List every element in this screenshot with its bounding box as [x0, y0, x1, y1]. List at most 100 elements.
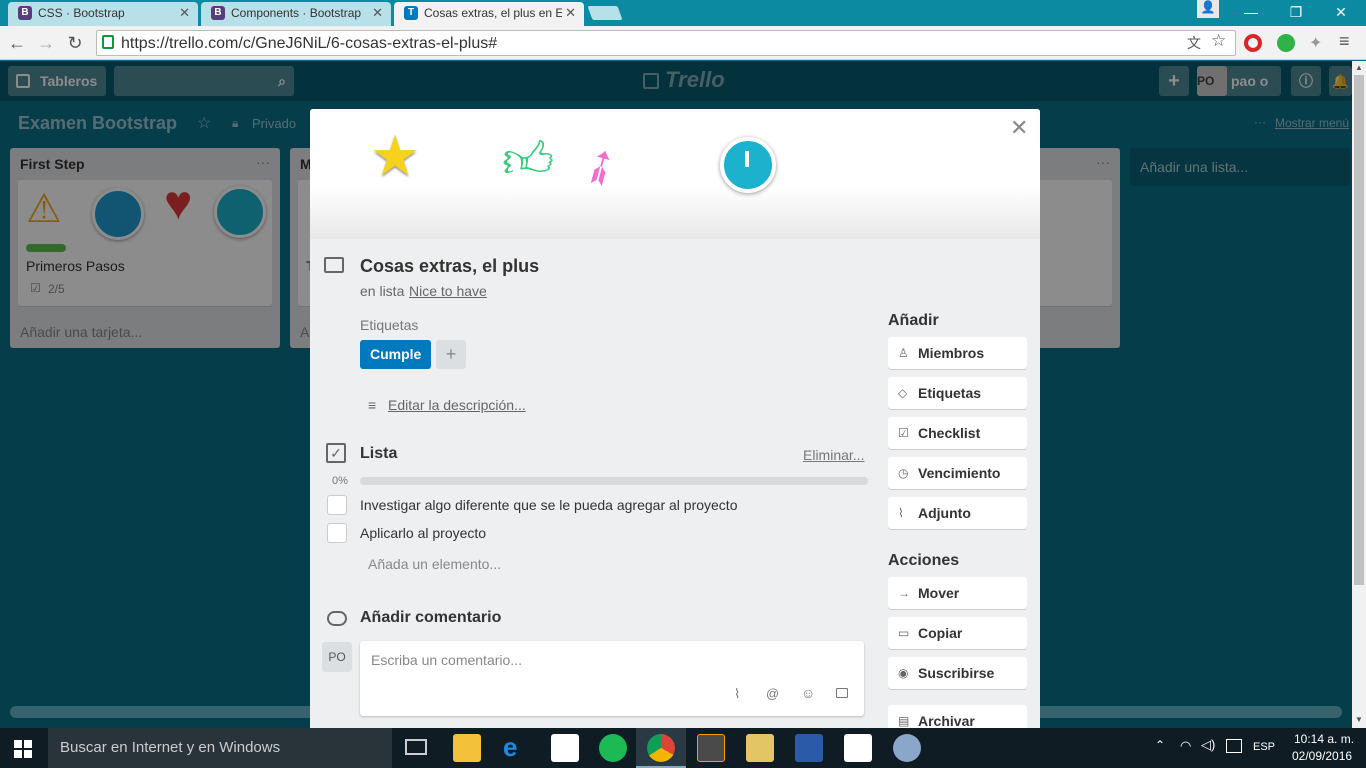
bootstrap-favicon-icon: B: [211, 6, 225, 20]
card-link-icon[interactable]: [836, 688, 848, 698]
checklist-item-text[interactable]: Aplicarlo al proyecto: [360, 525, 486, 541]
archive-button[interactable]: ▤ Archivar: [888, 705, 1027, 728]
clock-time[interactable]: 10:14 a. m.: [1294, 732, 1354, 746]
checklist-button[interactable]: ☑ Checklist: [888, 417, 1027, 449]
restore-window-icon[interactable]: ❐: [1273, 0, 1319, 26]
labels-button[interactable]: ◇ Etiquetas: [888, 377, 1027, 409]
add-checklist-item[interactable]: Añada un elemento...: [368, 556, 501, 572]
volume-icon[interactable]: ◁): [1201, 737, 1215, 753]
emoji-icon[interactable]: ☺: [801, 685, 815, 701]
copy-button[interactable]: ▭ Copiar: [888, 617, 1027, 649]
tab-components-bootstrap[interactable]: B Components · Bootstrap ✕: [201, 2, 391, 26]
button-label: Archivar: [918, 713, 975, 728]
button-label: Checklist: [918, 425, 981, 441]
close-icon[interactable]: ✕: [1010, 115, 1028, 141]
show-hidden-icons[interactable]: ⌃: [1155, 738, 1165, 752]
close-tab-icon[interactable]: ✕: [562, 2, 576, 24]
bookmark-star-icon[interactable]: ☆: [1211, 31, 1226, 51]
paperclip-icon: ⌇: [898, 506, 904, 520]
in-list-prefix: en lista: [360, 283, 405, 299]
opera-extension-icon[interactable]: [1244, 34, 1262, 52]
members-button[interactable]: ♙ Miembros: [888, 337, 1027, 369]
document-icon[interactable]: [795, 734, 823, 762]
minimize-window-icon[interactable]: —: [1228, 0, 1274, 26]
photos-icon[interactable]: [844, 734, 872, 762]
checklist-item-text[interactable]: Investigar algo diferente que se le pued…: [360, 497, 737, 513]
tab-trello-card[interactable]: T Cosas extras, el plus en Ex ✕: [394, 2, 584, 26]
chrome-taskbar-button[interactable]: [636, 728, 686, 768]
clock-icon: ◷: [898, 466, 909, 480]
attachment-button[interactable]: ⌇ Adjunto: [888, 497, 1027, 529]
scroll-down-icon[interactable]: ▼: [1355, 715, 1363, 724]
close-window-icon[interactable]: ✕: [1318, 0, 1364, 26]
task-view-icon[interactable]: [405, 739, 427, 755]
checklist-item-checkbox[interactable]: [327, 495, 347, 515]
chrome-menu-icon[interactable]: ≡: [1339, 31, 1350, 52]
add-label-icon[interactable]: +: [436, 340, 466, 369]
add-comment-heading: Añadir comentario: [360, 609, 502, 626]
attach-icon[interactable]: ⌇: [734, 686, 740, 702]
checklist-progress-text: 0%: [332, 475, 348, 487]
description-icon: ≡: [368, 397, 377, 413]
eye-icon: ◉: [898, 666, 909, 680]
close-tab-icon[interactable]: ✕: [179, 2, 190, 24]
labels-heading: Etiquetas: [360, 317, 419, 333]
wifi-icon[interactable]: ◠: [1180, 738, 1191, 754]
store-icon[interactable]: [551, 734, 579, 762]
scroll-up-icon[interactable]: ▲: [1355, 63, 1363, 72]
list-name-link[interactable]: Nice to have: [409, 283, 487, 299]
url-text: https://trello.com/c/GneJ6NiL/6-cosas-ex…: [121, 35, 498, 52]
edit-description-link[interactable]: Editar la descripción...: [388, 397, 526, 413]
profile-icon[interactable]: 👤: [1197, 0, 1219, 18]
edge-icon[interactable]: e: [503, 732, 517, 763]
avatar[interactable]: PO: [322, 642, 352, 672]
comment-icon: [327, 611, 347, 626]
paint-icon[interactable]: [893, 734, 921, 762]
clock-sticker-icon: [720, 137, 776, 193]
new-tab-button[interactable]: [587, 6, 623, 20]
vertical-scrollbar[interactable]: ▲ ▼: [1352, 61, 1366, 728]
notifications-center-icon[interactable]: [1226, 739, 1242, 753]
button-label: Suscribirse: [918, 665, 995, 681]
taskbar-search-input[interactable]: Buscar en Internet y en Windows: [48, 728, 392, 768]
file-explorer-icon[interactable]: [453, 734, 481, 762]
scrollbar-thumb[interactable]: [1354, 75, 1364, 585]
tag-icon: ◇: [898, 386, 908, 400]
checklist-title[interactable]: Lista: [360, 445, 397, 463]
due-date-button[interactable]: ◷ Vencimiento: [888, 457, 1027, 489]
translate-icon[interactable]: 文: [1187, 33, 1201, 53]
tab-label: CSS · Bootstrap: [38, 6, 125, 20]
sublime-text-icon[interactable]: [697, 734, 725, 762]
secure-lock-icon: [102, 35, 114, 49]
button-label: Adjunto: [918, 505, 971, 521]
card-title[interactable]: Cosas extras, el plus: [360, 256, 539, 277]
clock-date[interactable]: 02/09/2016: [1292, 749, 1352, 763]
close-tab-icon[interactable]: ✕: [372, 2, 383, 24]
checklist-icon: ✓: [326, 443, 346, 463]
address-bar[interactable]: https://trello.com/c/GneJ6NiL/6-cosas-ex…: [96, 30, 1236, 56]
windows-start-icon[interactable]: [14, 740, 32, 758]
grammarly-extension-icon[interactable]: [1277, 34, 1295, 52]
spotify-icon[interactable]: [599, 734, 627, 762]
comment-input[interactable]: Escriba un comentario... ⌇ @ ☺: [360, 641, 864, 716]
move-button[interactable]: → Mover: [888, 577, 1027, 609]
checklist-progress-bar: [360, 477, 868, 485]
mention-icon[interactable]: @: [766, 686, 779, 701]
card-icon: [324, 257, 344, 273]
checkbox-icon: ☑: [898, 426, 909, 440]
subscribe-button[interactable]: ◉ Suscribirse: [888, 657, 1027, 689]
extension-icon[interactable]: ✦: [1309, 33, 1322, 53]
back-icon[interactable]: ←: [5, 31, 29, 55]
folder-icon[interactable]: [746, 734, 774, 762]
bootstrap-favicon-icon: B: [18, 6, 32, 20]
language-indicator[interactable]: ESP: [1253, 741, 1275, 753]
thumbs-up-sticker-icon: 👍︎: [502, 132, 555, 188]
delete-checklist-link[interactable]: Eliminar...: [803, 447, 864, 463]
tab-css-bootstrap[interactable]: B CSS · Bootstrap ✕: [8, 2, 198, 26]
reload-icon[interactable]: ↻: [63, 31, 87, 55]
person-icon: ♙: [898, 346, 909, 360]
label-cumple[interactable]: Cumple: [360, 340, 432, 369]
archive-icon: ▤: [898, 714, 910, 728]
forward-icon[interactable]: →: [34, 31, 58, 55]
checklist-item-checkbox[interactable]: [327, 523, 347, 543]
